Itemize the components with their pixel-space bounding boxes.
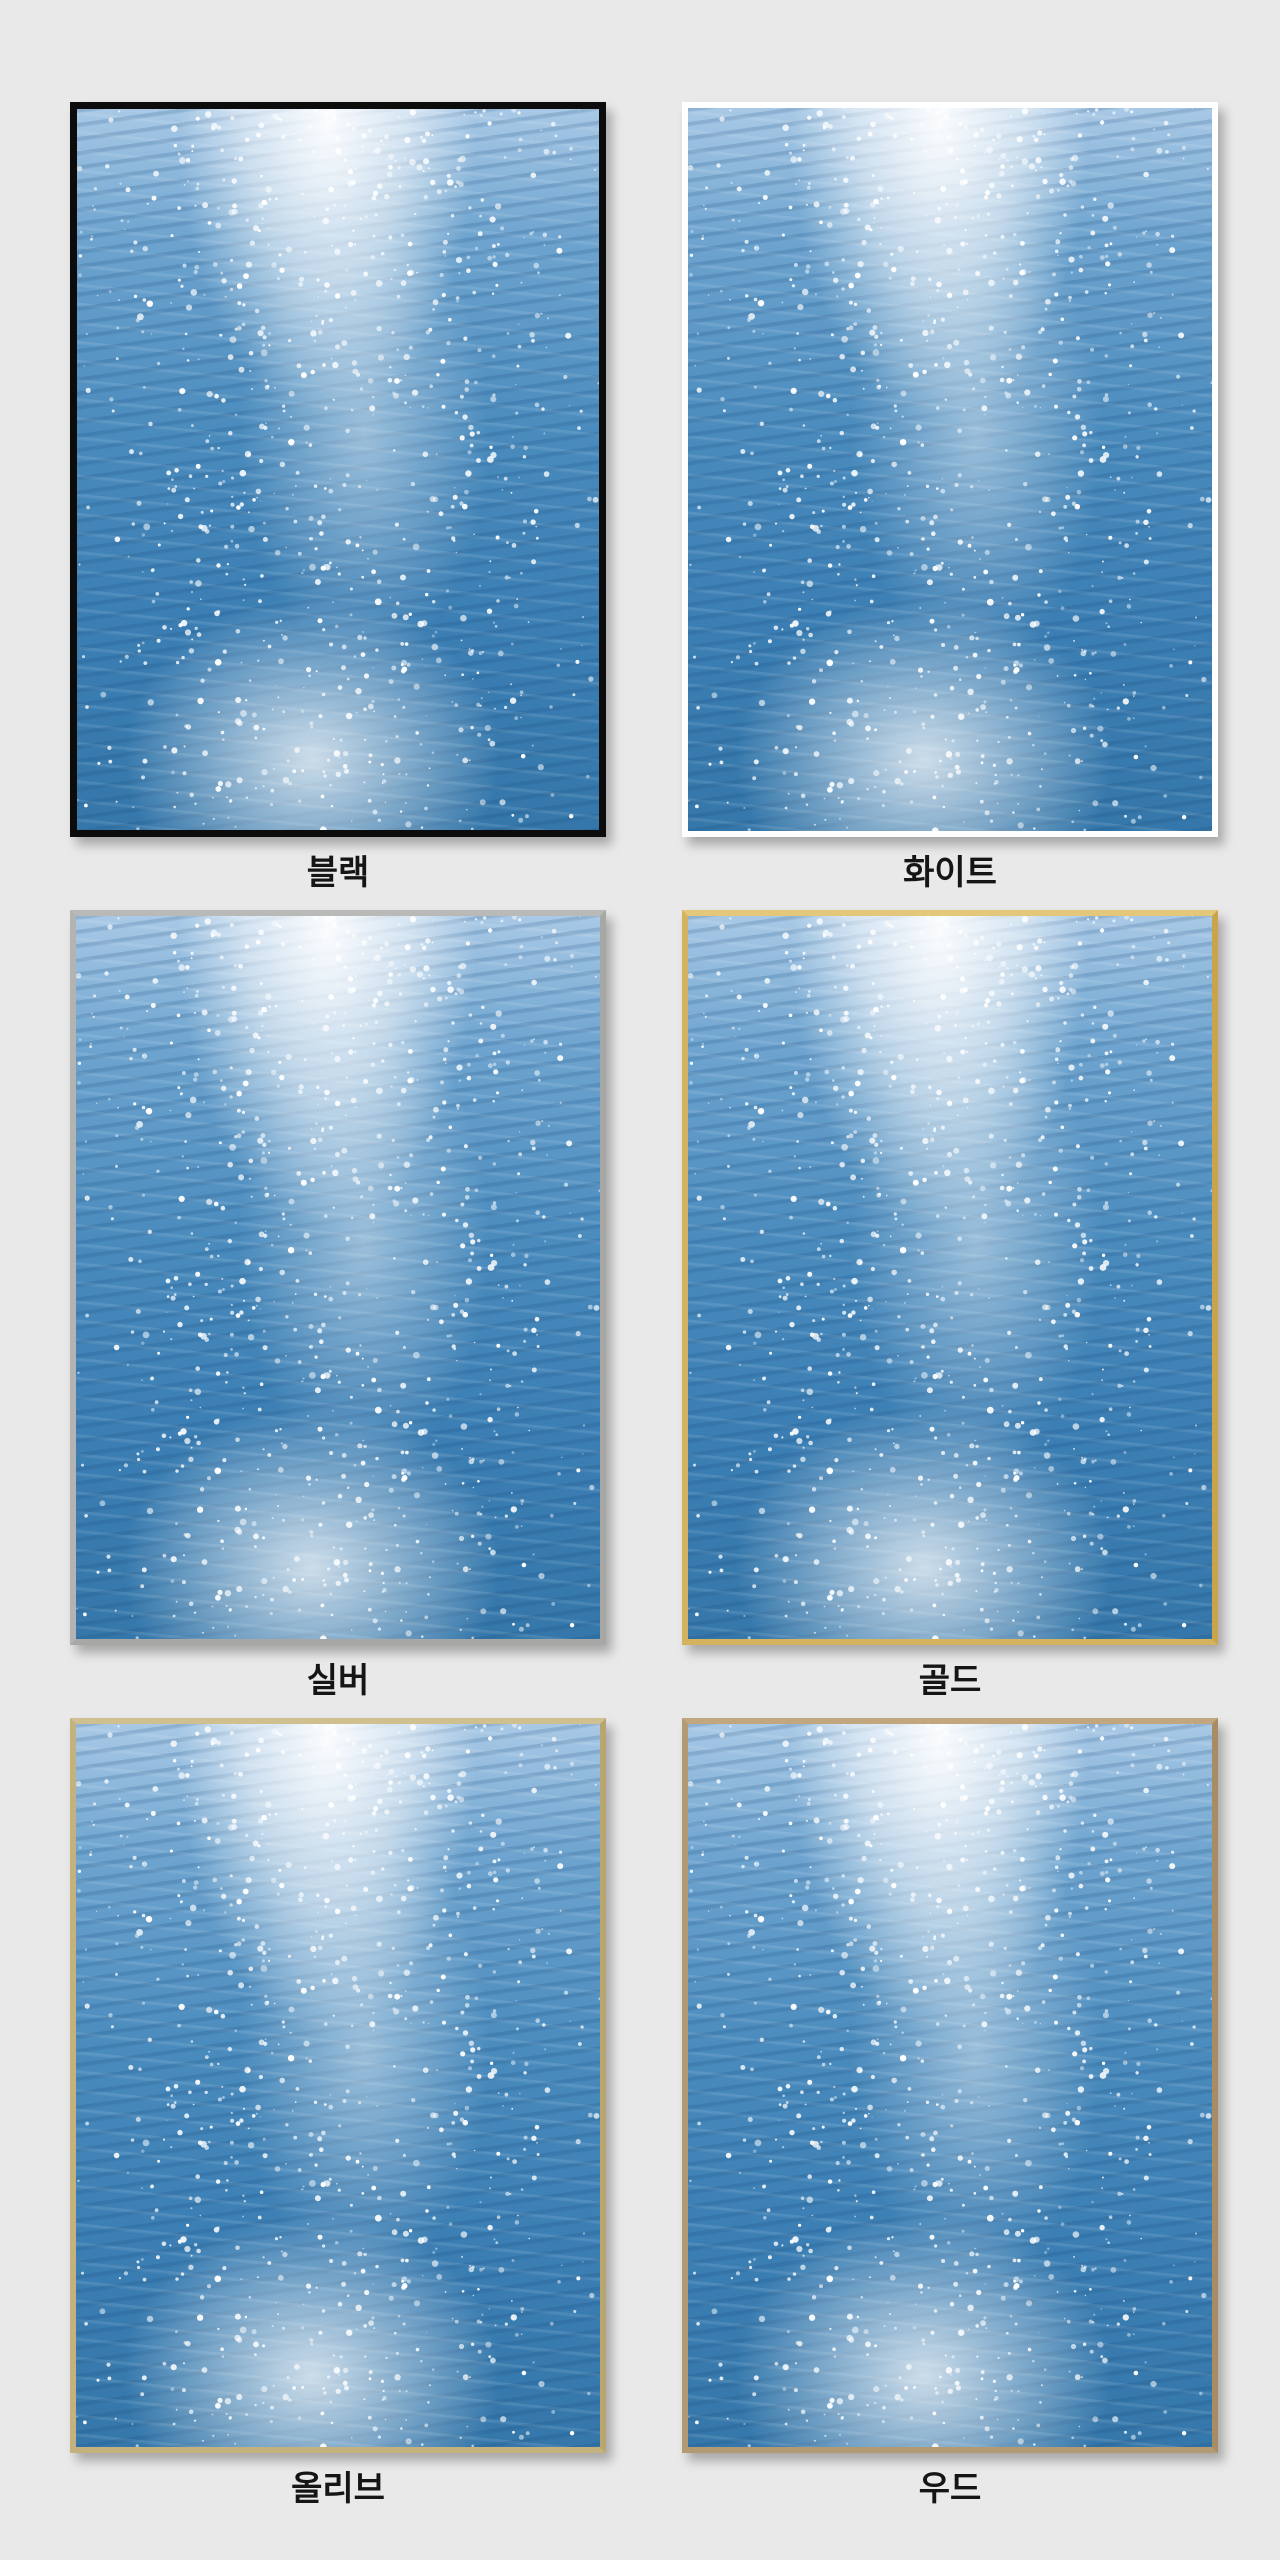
sparkle-overlay (76, 1724, 600, 2447)
frame-option-gold[interactable]: 골드 (682, 910, 1218, 1701)
black-frame (70, 102, 606, 837)
frame-label-white: 화이트 (903, 853, 997, 893)
frame-option-olive[interactable]: 올리브 (70, 1718, 606, 2509)
frame-label-silver: 실버 (306, 1661, 370, 1701)
gold-frame (682, 910, 1218, 1645)
sea-photo (76, 1724, 600, 2447)
frame-option-black[interactable]: 블랙 (70, 102, 606, 893)
white-frame (682, 102, 1218, 837)
sea-photo (76, 916, 600, 1639)
sparkle-overlay (688, 916, 1212, 1639)
wood-frame (682, 1718, 1218, 2453)
frame-label-olive: 올리브 (291, 2469, 385, 2509)
olive-frame (70, 1718, 606, 2453)
sparkle-overlay (688, 1724, 1212, 2447)
sea-photo (688, 916, 1212, 1639)
frame-label-gold: 골드 (918, 1661, 982, 1701)
frame-option-white[interactable]: 화이트 (682, 102, 1218, 893)
frame-label-wood: 우드 (918, 2469, 982, 2509)
frame-option-silver[interactable]: 실버 (70, 910, 606, 1701)
silver-frame (70, 910, 606, 1645)
sparkle-overlay (76, 916, 600, 1639)
sea-photo (688, 1724, 1212, 2447)
frame-label-black: 블랙 (306, 853, 370, 893)
sea-photo (688, 108, 1212, 831)
frame-option-wood[interactable]: 우드 (682, 1718, 1218, 2509)
sea-photo (77, 109, 599, 830)
sparkle-overlay (688, 108, 1212, 831)
sparkle-overlay (77, 109, 599, 830)
